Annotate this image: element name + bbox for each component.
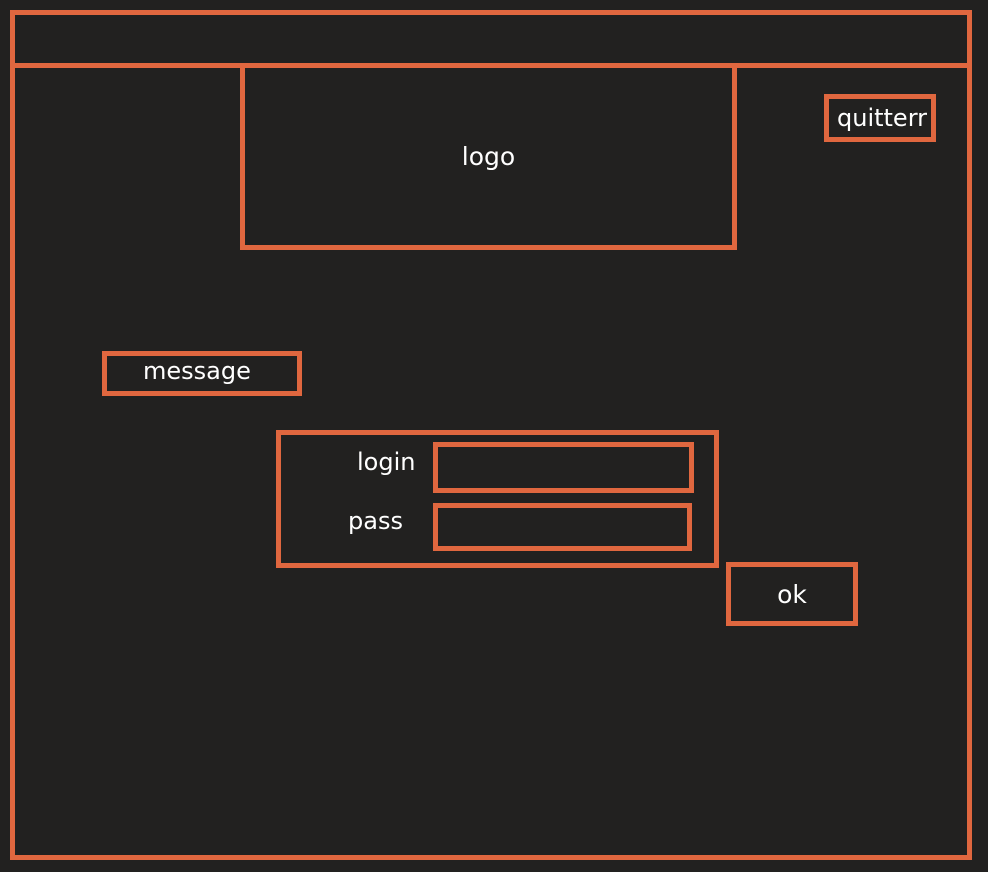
logo-text: logo bbox=[461, 142, 516, 171]
title-bar bbox=[10, 10, 972, 68]
pass-input[interactable] bbox=[433, 503, 692, 551]
ok-button[interactable]: ok bbox=[726, 562, 858, 626]
quit-button-label: quitterr bbox=[837, 104, 928, 132]
logo: logo bbox=[240, 63, 737, 250]
login-input[interactable] bbox=[433, 442, 694, 493]
login-label: login bbox=[357, 448, 416, 476]
ok-button-label: ok bbox=[777, 579, 807, 609]
quit-button[interactable]: quitterr bbox=[824, 94, 936, 142]
pass-label: pass bbox=[348, 507, 403, 535]
message-text: message bbox=[143, 357, 251, 385]
message-label: message bbox=[102, 351, 302, 396]
